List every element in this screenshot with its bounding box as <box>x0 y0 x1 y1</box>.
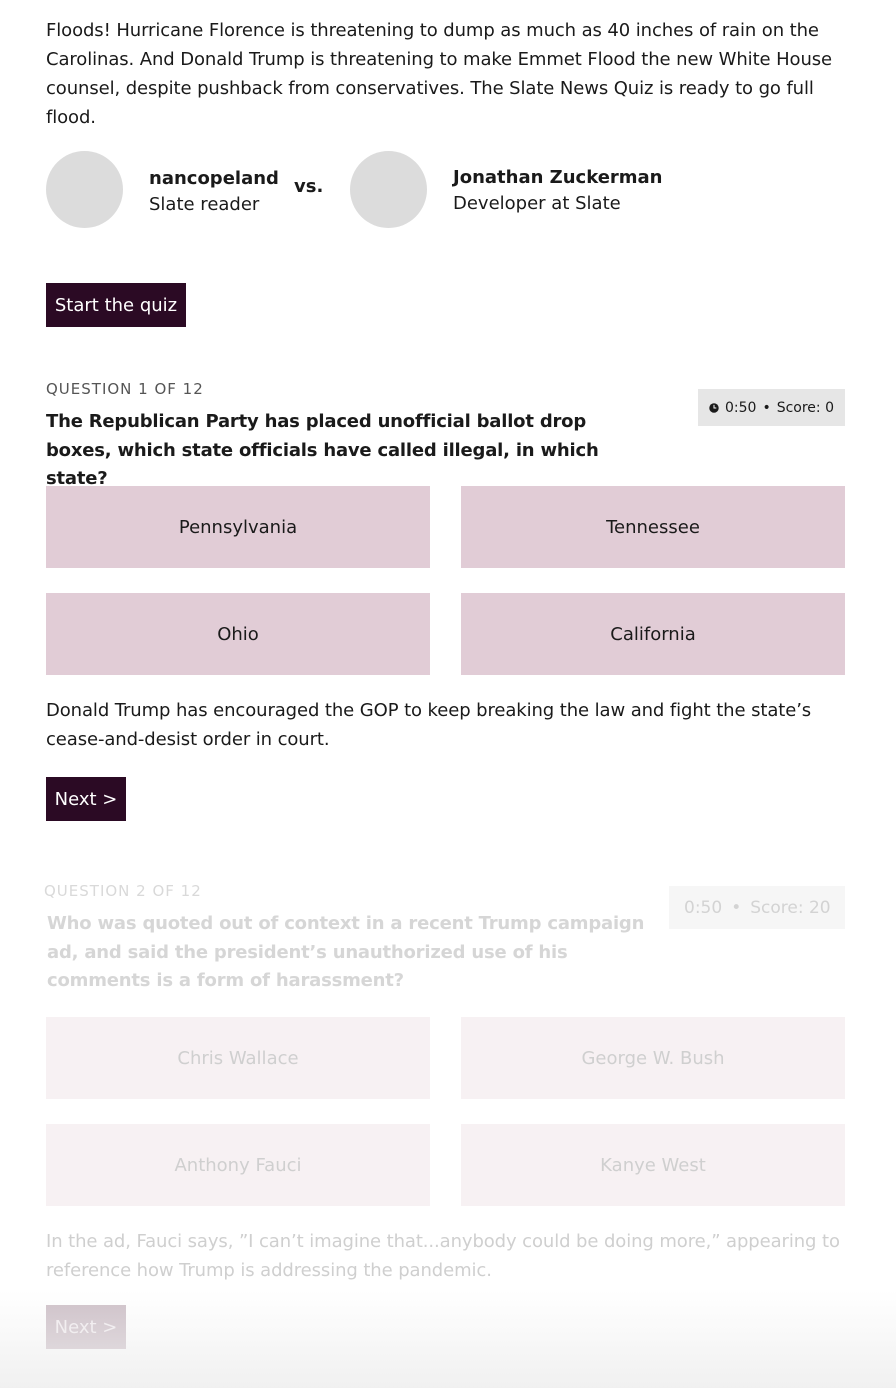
start-quiz-button[interactable]: Start the quiz <box>46 283 186 327</box>
question-2-label: QUESTION 2 OF 12 <box>44 882 202 900</box>
avatar-player-1 <box>46 151 123 228</box>
answer-option-tennessee[interactable]: Tennessee <box>461 486 845 568</box>
timer-value: 0:50 <box>684 897 723 918</box>
question-1-text: The Republican Party has placed unoffici… <box>46 411 599 489</box>
player-1-role: Slate reader <box>149 194 260 215</box>
player-2-name: Jonathan Zuckerman <box>453 167 663 188</box>
answer-option-kanye-west[interactable]: Kanye West <box>461 1124 845 1206</box>
timer-score-badge: 0:50 • Score: 0 <box>698 389 845 426</box>
quiz-intro: Floods! Hurricane Florence is threatenin… <box>46 20 833 128</box>
next-button[interactable]: Next > <box>46 1305 126 1349</box>
separator-dot: • <box>731 897 742 918</box>
versus-label: vs. <box>294 176 324 197</box>
question-2-explanation: In the ad, Fauci says, ”I can’t imagine … <box>46 1231 840 1281</box>
separator-dot: • <box>762 399 771 416</box>
answer-option-ohio[interactable]: Ohio <box>46 593 430 675</box>
timer-value: 0:50 <box>724 399 757 416</box>
question-1-explanation: Donald Trump has encouraged the GOP to k… <box>46 700 812 750</box>
answer-option-anthony-fauci[interactable]: Anthony Fauci <box>46 1124 430 1206</box>
score-value: Score: 20 <box>750 897 831 918</box>
player-2-role: Developer at Slate <box>453 193 621 214</box>
avatar-player-2 <box>350 151 427 228</box>
answer-option-george-w-bush[interactable]: George W. Bush <box>461 1017 845 1099</box>
answer-option-pennsylvania[interactable]: Pennsylvania <box>46 486 430 568</box>
answer-option-chris-wallace[interactable]: Chris Wallace <box>46 1017 430 1099</box>
answer-option-california[interactable]: California <box>461 593 845 675</box>
player-1-name: nancopeland <box>149 168 279 189</box>
bottom-fade-overlay <box>0 1290 896 1388</box>
score-value: Score: 0 <box>776 399 834 416</box>
question-2-text: Who was quoted out of context in a recen… <box>47 913 645 991</box>
timer-score-badge: 0:50 • Score: 20 <box>669 886 845 929</box>
question-1-label: QUESTION 1 OF 12 <box>46 380 204 398</box>
next-button[interactable]: Next > <box>46 777 126 821</box>
clock-icon <box>709 402 719 413</box>
